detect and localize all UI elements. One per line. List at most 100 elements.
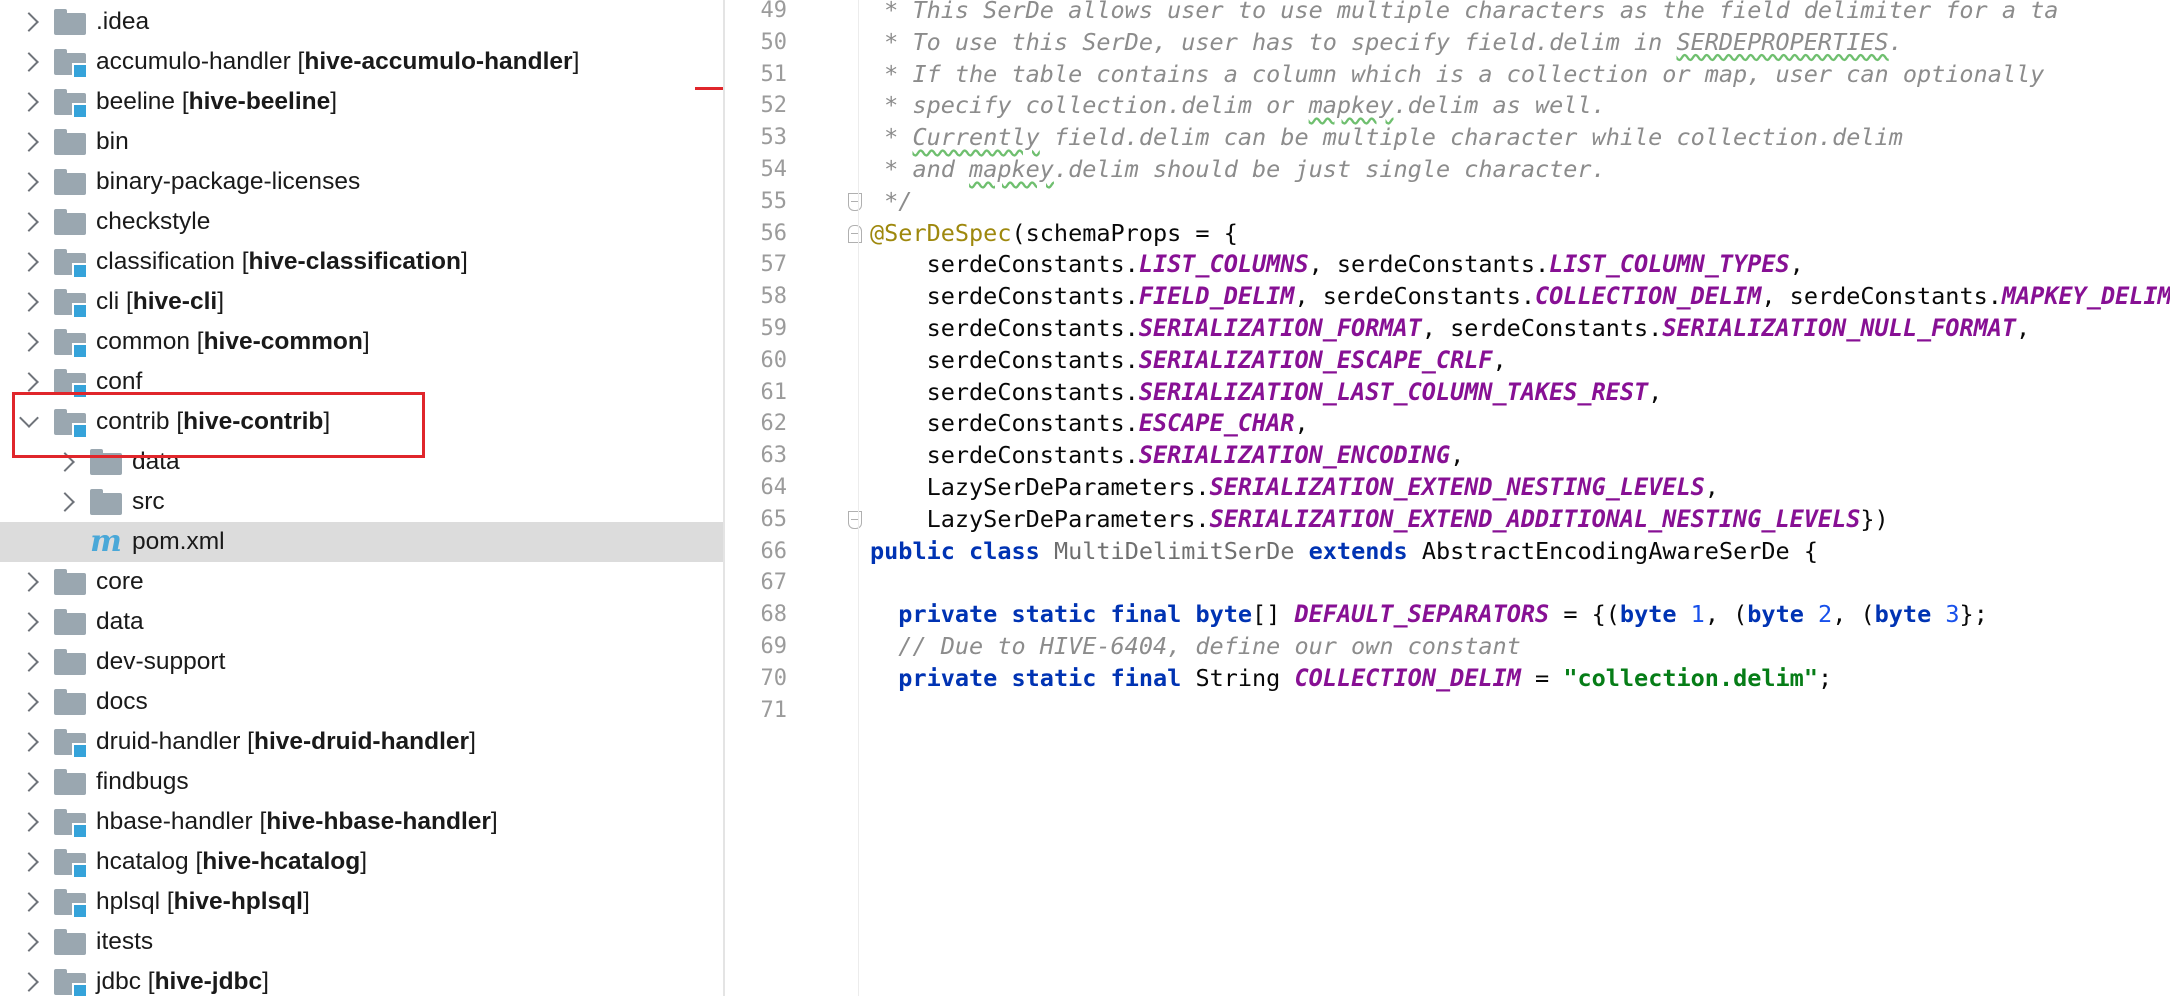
expand-toggle[interactable] (14, 892, 44, 912)
expand-toggle[interactable] (14, 652, 44, 672)
code-line[interactable]: serdeConstants.FIELD_DELIM, serdeConstan… (870, 282, 2170, 310)
expand-toggle[interactable] (14, 52, 44, 72)
code-line[interactable]: * To use this SerDe, user has to specify… (870, 28, 1903, 56)
tree-item-checkstyle[interactable]: checkstyle (0, 202, 723, 242)
tree-item-dev-support[interactable]: dev-support (0, 642, 723, 682)
chevron-right-icon[interactable] (19, 252, 39, 272)
chevron-right-icon[interactable] (19, 332, 39, 352)
chevron-right-icon[interactable] (19, 92, 39, 112)
tree-item-data[interactable]: data (0, 602, 723, 642)
tree-item-itests[interactable]: itests (0, 922, 723, 962)
chevron-right-icon[interactable] (55, 492, 75, 512)
expand-toggle[interactable] (14, 852, 44, 872)
tree-item-binary-package-licenses[interactable]: binary-package-licenses (0, 162, 723, 202)
expand-toggle[interactable] (14, 932, 44, 952)
chevron-right-icon[interactable] (19, 652, 39, 672)
chevron-right-icon[interactable] (19, 132, 39, 152)
code-token: public (870, 536, 955, 565)
code-line[interactable]: serdeConstants.SERIALIZATION_FORMAT, ser… (870, 314, 2031, 342)
code-line[interactable]: * specify collection.delim or mapkey.del… (870, 91, 1606, 119)
code-line[interactable]: * Currently field.delim can be multiple … (870, 123, 1903, 151)
expand-toggle[interactable] (50, 492, 80, 512)
chevron-right-icon[interactable] (19, 812, 39, 832)
tree-item-accumulo-handler[interactable]: accumulo-handler [hive-accumulo-handler] (0, 42, 723, 82)
code-line[interactable]: serdeConstants.SERIALIZATION_ESCAPE_CRLF… (870, 346, 1507, 374)
tree-item-bin[interactable]: bin (0, 122, 723, 162)
chevron-right-icon[interactable] (19, 52, 39, 72)
chevron-right-icon[interactable] (19, 892, 39, 912)
tree-item-jdbc[interactable]: jdbc [hive-jdbc] (0, 962, 723, 996)
editor-gutter[interactable]: 49 50 51 52 53 54 55 56 57 58 59 60 61 62 63 64 65 66 67 68… (725, 0, 862, 996)
expand-toggle[interactable] (14, 172, 44, 192)
code-line[interactable]: // Due to HIVE-6404, define our own cons… (870, 632, 1521, 660)
tree-item-hcatalog[interactable]: hcatalog [hive-hcatalog] (0, 842, 723, 882)
chevron-right-icon[interactable] (19, 852, 39, 872)
expand-toggle[interactable] (14, 812, 44, 832)
tree-item-docs[interactable]: docs (0, 682, 723, 722)
expand-toggle[interactable] (14, 692, 44, 712)
expand-toggle[interactable] (14, 732, 44, 752)
fold-start-icon[interactable] (848, 224, 862, 243)
expand-toggle[interactable] (14, 332, 44, 352)
expand-toggle[interactable] (14, 612, 44, 632)
code-line[interactable]: * and mapkey.delim should be just single… (870, 155, 1606, 183)
code-line[interactable]: @SerDeSpec(schemaProps = { (870, 219, 1238, 247)
chevron-right-icon[interactable] (19, 12, 39, 32)
tree-item-conf[interactable]: conf (0, 362, 723, 402)
fold-end-icon[interactable] (848, 192, 862, 211)
expand-toggle[interactable] (14, 772, 44, 792)
chevron-right-icon[interactable] (19, 732, 39, 752)
tree-item-findbugs[interactable]: findbugs (0, 762, 723, 802)
code-line[interactable]: private static final String COLLECTION_D… (870, 664, 1832, 692)
code-line[interactable]: public class MultiDelimitSerDe extends A… (870, 537, 1818, 565)
chevron-right-icon[interactable] (19, 572, 39, 592)
tree-item-hplsql[interactable]: hplsql [hive-hplsql] (0, 882, 723, 922)
code-line[interactable]: * If the table contains a column which i… (870, 60, 2044, 88)
code-line[interactable]: serdeConstants.SERIALIZATION_ENCODING, (870, 441, 1465, 469)
expand-toggle[interactable] (14, 92, 44, 112)
chevron-right-icon[interactable] (19, 612, 39, 632)
chevron-right-icon[interactable] (19, 932, 39, 952)
tree-item-idea[interactable]: .idea (0, 2, 723, 42)
tree-item-contrib-src[interactable]: src (0, 482, 723, 522)
tree-item-cli[interactable]: cli [hive-cli] (0, 282, 723, 322)
tree-item-contrib-pom[interactable]: m pom.xml (0, 522, 723, 562)
code-line[interactable]: private static final byte[] DEFAULT_SEPA… (870, 600, 1988, 628)
tree-item-contrib-data[interactable]: data (0, 442, 723, 482)
code-line[interactable]: */ (870, 187, 912, 215)
fold-end-icon[interactable] (848, 510, 862, 529)
expand-toggle[interactable] (14, 972, 44, 992)
chevron-right-icon[interactable] (19, 692, 39, 712)
expand-toggle[interactable] (14, 372, 44, 392)
expand-toggle[interactable] (14, 572, 44, 592)
expand-toggle[interactable] (14, 408, 44, 428)
chevron-right-icon[interactable] (55, 452, 75, 472)
chevron-right-icon[interactable] (19, 212, 39, 232)
expand-toggle[interactable] (14, 292, 44, 312)
tree-item-druid-handler[interactable]: druid-handler [hive-druid-handler] (0, 722, 723, 762)
chevron-right-icon[interactable] (19, 172, 39, 192)
code-line[interactable]: serdeConstants.LIST_COLUMNS, serdeConsta… (870, 250, 1804, 278)
chevron-right-icon[interactable] (19, 292, 39, 312)
expand-toggle[interactable] (50, 452, 80, 472)
chevron-right-icon[interactable] (19, 972, 39, 992)
tree-item-common[interactable]: common [hive-common] (0, 322, 723, 362)
expand-toggle[interactable] (14, 212, 44, 232)
chevron-down-icon[interactable] (19, 408, 39, 428)
code-line[interactable]: * This SerDe allows user to use multiple… (870, 0, 2058, 24)
code-line[interactable]: LazySerDeParameters.SERIALIZATION_EXTEND… (870, 505, 1889, 533)
tree-item-classification[interactable]: classification [hive-classification] (0, 242, 723, 282)
chevron-right-icon[interactable] (19, 772, 39, 792)
expand-toggle[interactable] (14, 252, 44, 272)
code-line[interactable]: serdeConstants.ESCAPE_CHAR, (870, 409, 1309, 437)
chevron-right-icon[interactable] (19, 372, 39, 392)
code-line[interactable]: LazySerDeParameters.SERIALIZATION_EXTEND… (870, 473, 1719, 501)
tree-item-hbase-handler[interactable]: hbase-handler [hive-hbase-handler] (0, 802, 723, 842)
code-editor[interactable]: * This SerDe allows user to use multiple… (870, 0, 2170, 996)
tree-item-core[interactable]: core (0, 562, 723, 602)
tree-item-contrib[interactable]: contrib [hive-contrib] (0, 402, 723, 442)
code-line[interactable]: serdeConstants.SERIALIZATION_LAST_COLUMN… (870, 378, 1663, 406)
expand-toggle[interactable] (14, 132, 44, 152)
expand-toggle[interactable] (14, 12, 44, 32)
tree-item-beeline[interactable]: beeline [hive-beeline] (0, 82, 723, 122)
